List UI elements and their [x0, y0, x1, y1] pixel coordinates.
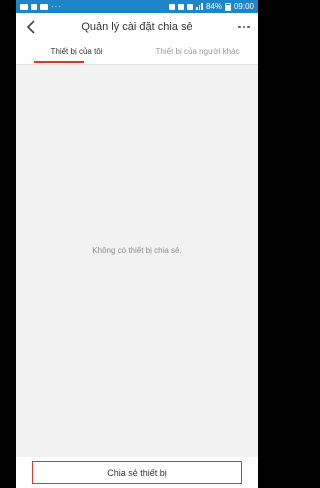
phone-screen: ··· 84% 09:00 Quản lý cài đặt chia sẻ Th…	[16, 0, 258, 488]
tab-others-devices[interactable]: Thiết bị của người khác	[137, 41, 258, 64]
active-tab-indicator	[34, 61, 84, 63]
empty-state-message: Không có thiết bị chia sẻ.	[92, 246, 182, 255]
shared-devices-list: Không có thiết bị chia sẻ.	[16, 65, 258, 457]
more-notifications-icon: ···	[51, 1, 62, 11]
message-icon	[40, 3, 48, 10]
more-dot-icon	[247, 25, 250, 29]
alarm-icon	[169, 3, 176, 10]
battery-percent: 84%	[205, 2, 222, 11]
footer: Chia sẻ thiết bị	[16, 457, 258, 488]
app-header: Quản lý cài đặt chia sẻ	[16, 13, 258, 41]
clock: 09:00	[233, 2, 254, 11]
wifi-icon	[187, 3, 194, 10]
page-title: Quản lý cài đặt chia sẻ	[81, 21, 193, 33]
status-bar-right: 84% 09:00	[169, 2, 254, 11]
signal-icon	[196, 3, 203, 10]
back-button[interactable]	[22, 18, 40, 36]
share-device-button[interactable]: Chia sẻ thiết bị	[32, 461, 242, 484]
video-icon	[20, 3, 28, 10]
more-dot-icon	[238, 25, 241, 29]
status-bar: ··· 84% 09:00	[16, 0, 258, 13]
tab-my-devices[interactable]: Thiết bị của tôi	[16, 41, 137, 64]
tab-label: Thiết bị của tôi	[50, 47, 103, 56]
more-options-button[interactable]	[234, 18, 254, 36]
chevron-left-icon	[26, 20, 35, 34]
tab-bar: Thiết bị của tôi Thiết bị của người khác	[16, 41, 258, 65]
battery-icon	[224, 2, 231, 11]
status-bar-left: ···	[20, 1, 62, 11]
tab-label: Thiết bị của người khác	[155, 47, 240, 56]
photo-icon	[31, 3, 37, 10]
mute-icon	[178, 3, 185, 10]
more-dot-icon	[242, 25, 246, 29]
